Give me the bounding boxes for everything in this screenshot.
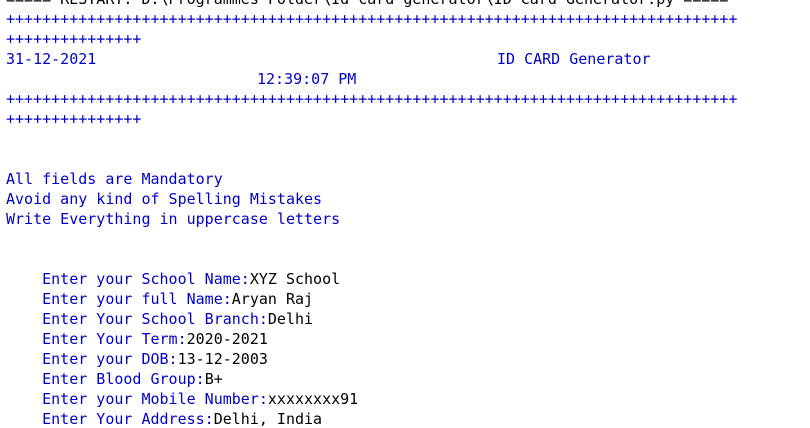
app-title: ID CARD Generator bbox=[497, 50, 651, 68]
python-shell-output[interactable]: ===== RESTART: D:\Programmes Folder\Id c… bbox=[0, 0, 810, 428]
time-text: 12:39:07 PM bbox=[257, 70, 357, 88]
plus-separator: ++++++++++++++++++++++++++++++++++++++++… bbox=[6, 10, 738, 28]
instruction-line: All fields are Mandatory bbox=[6, 170, 223, 188]
field-row-address: Enter Your Address:Delhi, India bbox=[6, 389, 322, 428]
field-row-dob: Enter your DOB:13-12-2003 bbox=[6, 329, 268, 368]
plus-separator-wrap: +++++++++++++++ bbox=[6, 30, 142, 48]
date-text: 31-12-2021 bbox=[6, 50, 97, 68]
field-row-full-name: Enter your full Name:Aryan Raj bbox=[6, 269, 313, 308]
instruction-line: Write Everything in uppercase letters bbox=[6, 210, 341, 228]
field-row-mobile-number: Enter your Mobile Number:xxxxxxxx91 bbox=[6, 369, 358, 408]
field-value: Delhi, India bbox=[213, 410, 323, 428]
instruction-line: Avoid any kind of Spelling Mistakes bbox=[6, 190, 323, 208]
plus-separator-wrap: +++++++++++++++ bbox=[6, 110, 142, 128]
shell-input-line[interactable]: >>> bbox=[6, 409, 72, 428]
field-value: Delhi bbox=[267, 310, 314, 328]
field-row-school-name: Enter your School Name:XYZ School bbox=[6, 249, 340, 288]
field-row-blood-group: Enter Blood Group:B+ bbox=[6, 349, 223, 388]
field-row-school-branch: Enter Your School Branch:Delhi bbox=[6, 289, 313, 328]
field-row-term: Enter Your Term:2020-2021 bbox=[6, 309, 268, 348]
plus-separator: ++++++++++++++++++++++++++++++++++++++++… bbox=[6, 90, 738, 108]
restart-banner: ===== RESTART: D:\Programmes Folder\Id c… bbox=[6, 0, 728, 9]
